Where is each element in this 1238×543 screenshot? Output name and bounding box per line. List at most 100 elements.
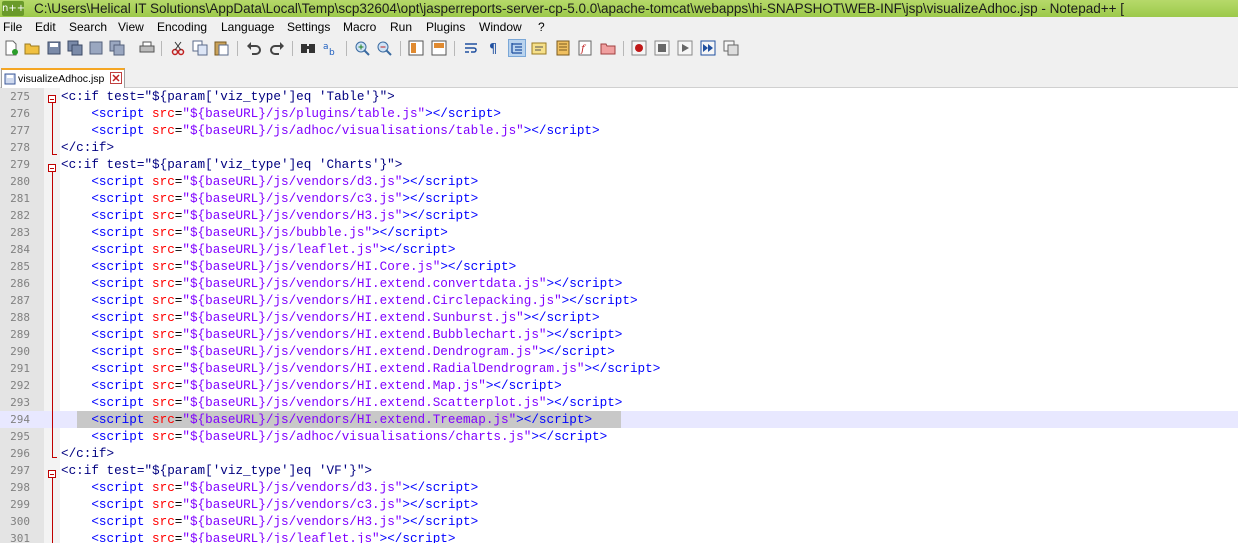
- code-line[interactable]: 296 </c:if>: [0, 445, 1238, 462]
- tab-close-icon[interactable]: [110, 72, 122, 84]
- print-icon[interactable]: [139, 40, 155, 56]
- word-wrap-icon[interactable]: [463, 40, 479, 56]
- code-line[interactable]: 275 <c:if test="${param['viz_type']eq 'Ta…: [0, 88, 1238, 105]
- string-value: "${baseURL}/js/vendors/HI.extend.Treemap…: [182, 412, 517, 427]
- svg-text:b: b: [329, 48, 335, 56]
- code-text: <script src="${baseURL}/js/vendors/c3.js…: [61, 190, 478, 207]
- show-all-characters-icon[interactable]: ¶: [486, 40, 502, 56]
- close-all-icon[interactable]: [109, 40, 125, 56]
- menu-settings[interactable]: Settings: [287, 17, 330, 37]
- code-line[interactable]: 276 <script src="${baseURL}/js/plugins/t…: [0, 105, 1238, 122]
- code-line[interactable]: 290 <script src="${baseURL}/js/vendors/H…: [0, 343, 1238, 360]
- code-line[interactable]: 295 <script src="${baseURL}/js/adhoc/vis…: [0, 428, 1238, 445]
- indent-guide-icon[interactable]: [508, 39, 526, 57]
- playback-macro-icon[interactable]: [677, 40, 693, 56]
- tag: ></script>: [546, 327, 623, 342]
- line-number: 301: [10, 532, 30, 543]
- code-line[interactable]: 277 <script src="${baseURL}/js/adhoc/vis…: [0, 122, 1238, 139]
- paste-icon[interactable]: [213, 40, 229, 56]
- function-list-icon[interactable]: f: [577, 40, 593, 56]
- notepad-plus-plus-app-icon[interactable]: n++: [2, 1, 25, 16]
- menu-run[interactable]: Run: [390, 17, 412, 37]
- menu-window[interactable]: Window: [479, 17, 522, 37]
- code-line[interactable]: 285 <script src="${baseURL}/js/vendors/H…: [0, 258, 1238, 275]
- folder-as-workspace-icon[interactable]: [600, 40, 616, 56]
- open-file-icon[interactable]: [24, 40, 40, 56]
- menu-search[interactable]: Search: [69, 17, 107, 37]
- menu-plugins[interactable]: Plugins: [426, 17, 465, 37]
- find-icon[interactable]: [300, 40, 316, 56]
- code-line[interactable]: 280 <script src="${baseURL}/js/vendors/d…: [0, 173, 1238, 190]
- code-line[interactable]: 288 <script src="${baseURL}/js/vendors/H…: [0, 309, 1238, 326]
- code-line[interactable]: 287 <script src="${baseURL}/js/vendors/H…: [0, 292, 1238, 309]
- replace-icon[interactable]: ab: [322, 40, 338, 56]
- tag: ></script>: [538, 344, 615, 359]
- code-line[interactable]: 299 <script src="${baseURL}/js/vendors/c…: [0, 496, 1238, 513]
- code-line[interactable]: 282 <script src="${baseURL}/js/vendors/H…: [0, 207, 1238, 224]
- code-line[interactable]: 294 <script src="${baseURL}/js/vendors/H…: [0, 411, 1238, 428]
- zoom-in-icon[interactable]: [354, 40, 370, 56]
- code-line[interactable]: 279 <c:if test="${param['viz_type']eq 'Ch…: [0, 156, 1238, 173]
- sync-horizontal-icon[interactable]: [431, 40, 447, 56]
- code-line[interactable]: 289 <script src="${baseURL}/js/vendors/H…: [0, 326, 1238, 343]
- menu-macro[interactable]: Macro: [343, 17, 376, 37]
- code-line[interactable]: 283 <script src="${baseURL}/js/bubble.js…: [0, 224, 1238, 241]
- tab-visualizeadhoc-jsp[interactable]: visualizeAdhoc.jsp: [1, 68, 125, 88]
- tag: ></script>: [440, 259, 517, 274]
- redo-icon[interactable]: [269, 40, 285, 56]
- close-icon[interactable]: [88, 40, 104, 56]
- line-number: 280: [10, 175, 30, 188]
- sync-vertical-icon[interactable]: [408, 40, 424, 56]
- code-line[interactable]: 284 <script src="${baseURL}/js/leaflet.j…: [0, 241, 1238, 258]
- attribute: src: [152, 123, 175, 138]
- menu-help[interactable]: ?: [538, 17, 545, 37]
- toolbar: ab ¶ f: [0, 37, 1238, 61]
- toolbar-separator: [161, 41, 162, 56]
- menu-encoding[interactable]: Encoding: [157, 17, 207, 37]
- code-line[interactable]: 286 <script src="${baseURL}/js/vendors/H…: [0, 275, 1238, 292]
- code-line[interactable]: 301 <script src="${baseURL}/js/leaflet.j…: [0, 530, 1238, 543]
- user-defined-language-icon[interactable]: [531, 40, 547, 56]
- zoom-out-icon[interactable]: [376, 40, 392, 56]
- code-text: <script src="${baseURL}/js/vendors/HI.Co…: [61, 258, 516, 275]
- copy-icon[interactable]: [192, 40, 208, 56]
- string-value: "${baseURL}/js/vendors/HI.extend.Map.js": [182, 378, 486, 393]
- tag: ></script>: [546, 276, 623, 291]
- undo-icon[interactable]: [246, 40, 262, 56]
- stop-recording-icon[interactable]: [654, 40, 670, 56]
- tag: <script: [91, 310, 153, 325]
- menu-language[interactable]: Language: [221, 17, 274, 37]
- attribute: src: [152, 174, 175, 189]
- code-line[interactable]: 293 <script src="${baseURL}/js/vendors/H…: [0, 394, 1238, 411]
- menu-view[interactable]: View: [118, 17, 144, 37]
- code-line[interactable]: 300 <script src="${baseURL}/js/vendors/H…: [0, 513, 1238, 530]
- code-editor[interactable]: 275 <c:if test="${param['viz_type']eq 'Ta…: [0, 88, 1238, 543]
- code-line[interactable]: 298 <script src="${baseURL}/js/vendors/d…: [0, 479, 1238, 496]
- string-value: "${baseURL}/js/plugins/table.js": [182, 106, 426, 121]
- cut-icon[interactable]: [170, 40, 186, 56]
- fold-toggle-icon[interactable]: [48, 470, 56, 478]
- run-macro-multiple-icon[interactable]: [700, 40, 716, 56]
- menu-edit[interactable]: Edit: [35, 17, 56, 37]
- document-map-icon[interactable]: [555, 40, 571, 56]
- menu-file[interactable]: File: [3, 17, 22, 37]
- code-line[interactable]: 292 <script src="${baseURL}/js/vendors/H…: [0, 377, 1238, 394]
- save-macro-icon[interactable]: [723, 40, 739, 56]
- tag: ></script>: [402, 191, 479, 206]
- code-line[interactable]: 278 </c:if>: [0, 139, 1238, 156]
- code-line[interactable]: 281 <script src="${baseURL}/js/vendors/c…: [0, 190, 1238, 207]
- code-line[interactable]: 297 <c:if test="${param['viz_type']eq 'VF…: [0, 462, 1238, 479]
- fold-range-line: [52, 172, 53, 457]
- fold-toggle-icon[interactable]: [48, 95, 56, 103]
- code-text: <c:if test="${param['viz_type']eq 'VF'}"…: [61, 462, 372, 479]
- new-file-icon[interactable]: [3, 40, 19, 56]
- code-line[interactable]: 291 <script src="${baseURL}/js/vendors/H…: [0, 360, 1238, 377]
- fold-toggle-icon[interactable]: [48, 164, 56, 172]
- fold-end-marker: [52, 154, 57, 155]
- record-macro-icon[interactable]: [631, 40, 647, 56]
- save-icon[interactable]: [46, 40, 62, 56]
- save-all-icon[interactable]: [67, 40, 83, 56]
